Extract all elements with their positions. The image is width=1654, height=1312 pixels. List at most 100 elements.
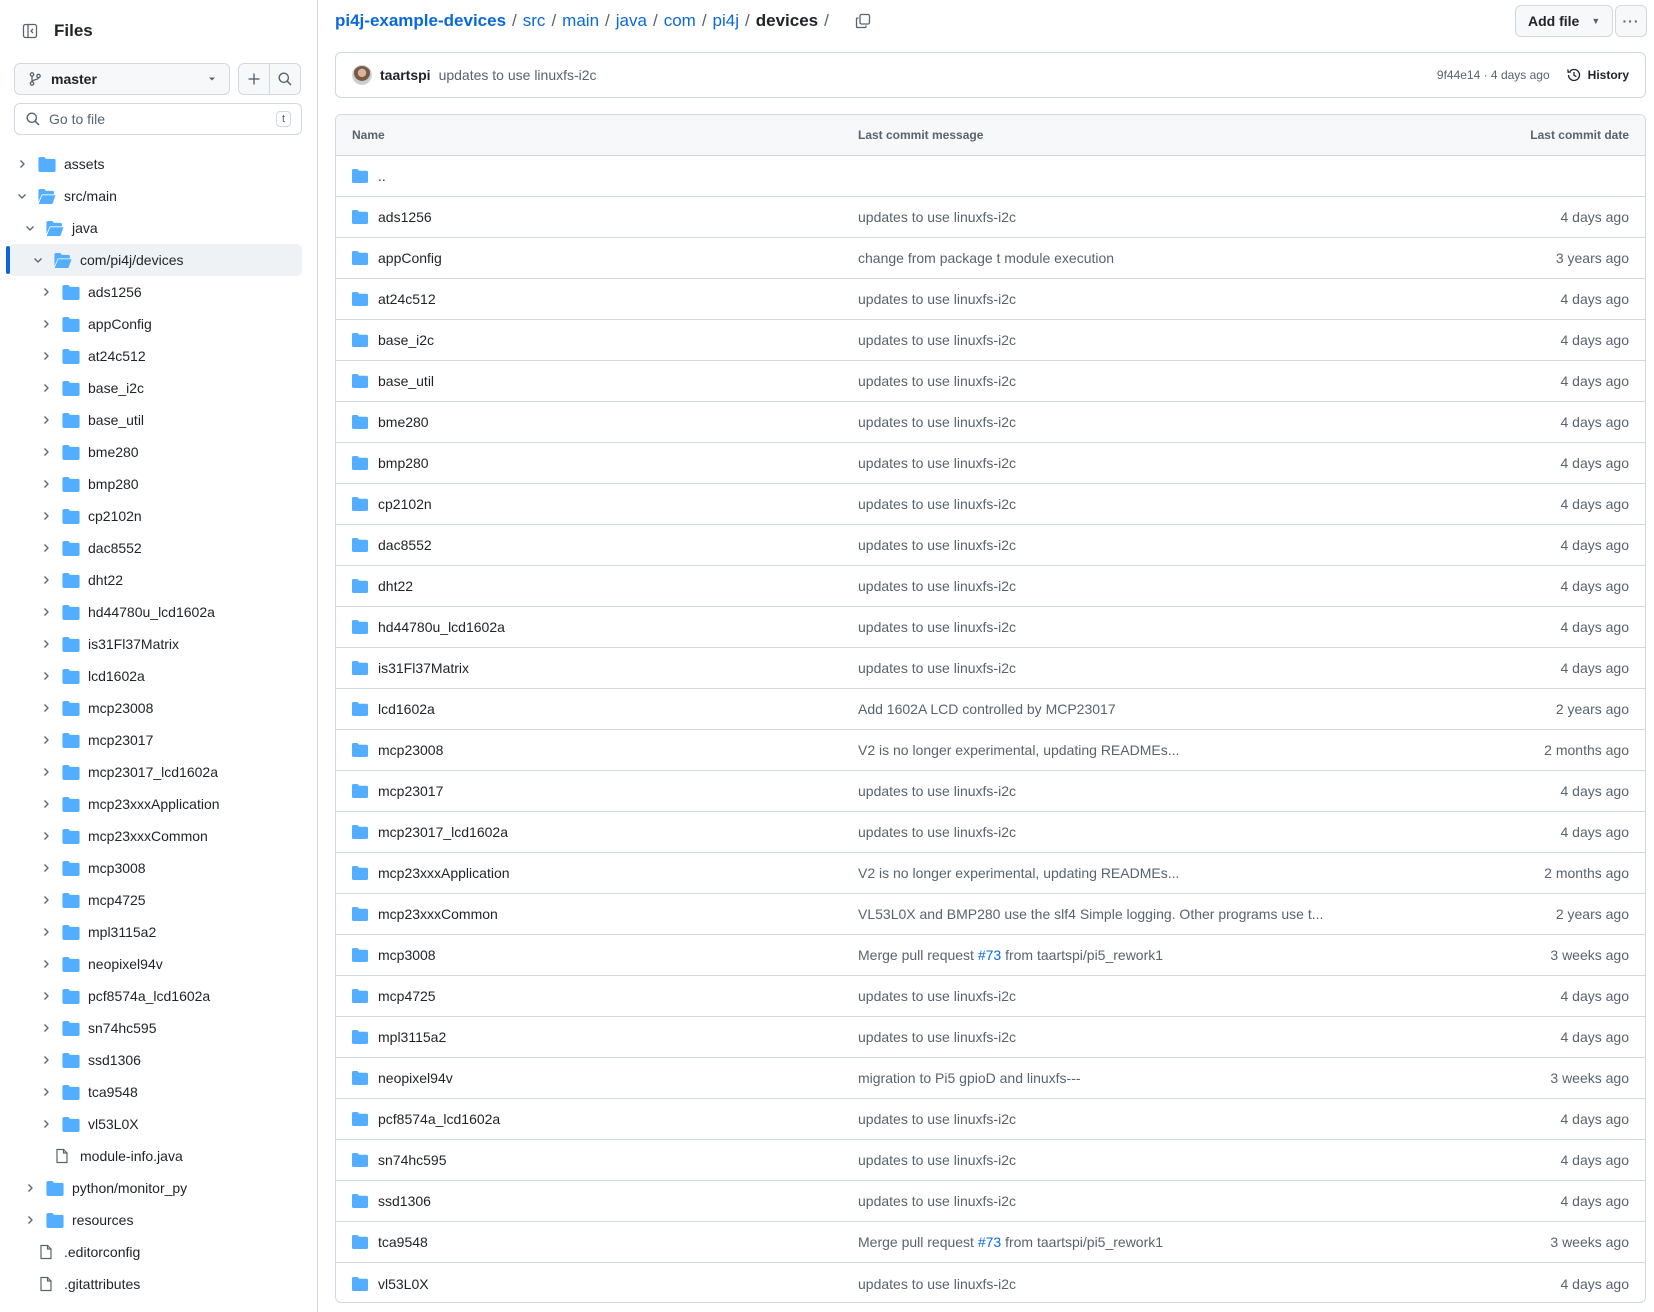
table-row[interactable]: bmp280 updates to use linuxfs-i2c 4 days a…: [336, 443, 1645, 484]
row-folder-link[interactable]: appConfig: [378, 250, 442, 266]
tree-item[interactable]: java: [8, 212, 302, 244]
breadcrumb-link[interactable]: pi4j: [713, 11, 739, 31]
chevron-right-icon[interactable]: [38, 924, 54, 940]
row-folder-link[interactable]: mcp23xxxCommon: [378, 906, 498, 922]
tree-item[interactable]: assets: [8, 148, 302, 180]
commit-message[interactable]: updates to use linuxfs-i2c: [439, 67, 597, 83]
go-to-file-field[interactable]: t: [14, 103, 302, 135]
table-row[interactable]: mcp23xxxCommon VL53L0X and BMP280 use the…: [336, 894, 1645, 935]
tree-item[interactable]: mcp4725: [8, 884, 302, 916]
row-folder-link[interactable]: mcp4725: [378, 988, 436, 1004]
tree-item[interactable]: mcp23008: [8, 692, 302, 724]
chevron-right-icon[interactable]: [38, 700, 54, 716]
row-folder-link[interactable]: base_i2c: [378, 332, 434, 348]
tree-item[interactable]: ssd1306: [8, 1044, 302, 1076]
chevron-right-icon[interactable]: [38, 796, 54, 812]
tree-item[interactable]: mcp23xxxCommon: [8, 820, 302, 852]
row-folder-link[interactable]: pcf8574a_lcd1602a: [378, 1111, 500, 1127]
more-options-button[interactable]: ···: [1615, 5, 1647, 37]
row-folder-link[interactable]: sn74hc595: [378, 1152, 447, 1168]
chevron-right-icon[interactable]: [22, 1212, 38, 1228]
chevron-down-icon[interactable]: [30, 252, 46, 268]
row-commit-message[interactable]: updates to use linuxfs-i2c: [858, 1029, 1418, 1045]
row-commit-message[interactable]: updates to use linuxfs-i2c: [858, 496, 1418, 512]
tree-item[interactable]: com/pi4j/devices: [6, 244, 302, 276]
row-commit-message[interactable]: updates to use linuxfs-i2c: [858, 332, 1418, 348]
table-row[interactable]: mpl3115a2 updates to use linuxfs-i2c 4 day…: [336, 1017, 1645, 1058]
table-row[interactable]: dht22 updates to use linuxfs-i2c 4 days ag…: [336, 566, 1645, 607]
parent-directory-row[interactable]: ..: [336, 156, 1645, 197]
row-commit-message[interactable]: updates to use linuxfs-i2c: [858, 537, 1418, 553]
row-commit-message[interactable]: updates to use linuxfs-i2c: [858, 1111, 1418, 1127]
pull-request-link[interactable]: #73: [978, 947, 1001, 963]
chevron-right-icon[interactable]: [38, 444, 54, 460]
row-commit-message[interactable]: updates to use linuxfs-i2c: [858, 291, 1418, 307]
tree-item[interactable]: lcd1602a: [8, 660, 302, 692]
row-folder-link[interactable]: mcp3008: [378, 947, 436, 963]
breadcrumb-link[interactable]: java: [616, 11, 647, 31]
table-row[interactable]: mcp4725 updates to use linuxfs-i2c 4 days …: [336, 976, 1645, 1017]
search-code-button[interactable]: [269, 63, 301, 95]
row-folder-link[interactable]: dht22: [378, 578, 413, 594]
tree-item[interactable]: cp2102n: [8, 500, 302, 532]
row-folder-link[interactable]: lcd1602a: [378, 701, 435, 717]
row-folder-link[interactable]: neopixel94v: [378, 1070, 453, 1086]
pull-request-link[interactable]: #73: [978, 1234, 1001, 1250]
row-commit-message[interactable]: updates to use linuxfs-i2c: [858, 414, 1418, 430]
row-commit-message[interactable]: updates to use linuxfs-i2c: [858, 455, 1418, 471]
branch-selector[interactable]: master: [14, 63, 230, 95]
table-row[interactable]: dac8552 updates to use linuxfs-i2c 4 days …: [336, 525, 1645, 566]
tree-item[interactable]: mcp23xxxApplication: [8, 788, 302, 820]
breadcrumb-repo-link[interactable]: pi4j-example-devices: [335, 11, 506, 31]
parent-directory-link[interactable]: ..: [378, 168, 386, 184]
tree-item[interactable]: base_util: [8, 404, 302, 436]
chevron-right-icon[interactable]: [38, 508, 54, 524]
breadcrumb-link[interactable]: com: [664, 11, 696, 31]
row-folder-link[interactable]: at24c512: [378, 291, 436, 307]
tree-item[interactable]: tca9548: [8, 1076, 302, 1108]
chevron-right-icon[interactable]: [38, 636, 54, 652]
row-commit-message[interactable]: VL53L0X and BMP280 use the slf4 Simple l…: [858, 906, 1418, 922]
chevron-right-icon[interactable]: [38, 988, 54, 1004]
chevron-right-icon[interactable]: [38, 284, 54, 300]
tree-item[interactable]: .gitattributes: [8, 1268, 302, 1300]
chevron-right-icon[interactable]: [38, 732, 54, 748]
chevron-right-icon[interactable]: [22, 1180, 38, 1196]
chevron-right-icon[interactable]: [38, 860, 54, 876]
copy-path-button[interactable]: [849, 7, 877, 35]
tree-item[interactable]: dht22: [8, 564, 302, 596]
tree-item[interactable]: sn74hc595: [8, 1012, 302, 1044]
table-row[interactable]: base_util updates to use linuxfs-i2c 4 day…: [336, 361, 1645, 402]
chevron-right-icon[interactable]: [38, 412, 54, 428]
table-row[interactable]: tca9548 Merge pull request #73 from taart…: [336, 1222, 1645, 1263]
row-commit-message[interactable]: updates to use linuxfs-i2c: [858, 619, 1418, 635]
chevron-right-icon[interactable]: [38, 348, 54, 364]
table-row[interactable]: at24c512 updates to use linuxfs-i2c 4 days…: [336, 279, 1645, 320]
commit-sha-time[interactable]: 9f44e14 · 4 days ago: [1437, 68, 1550, 82]
table-row[interactable]: mcp3008 Merge pull request #73 from taart…: [336, 935, 1645, 976]
table-row[interactable]: is31Fl37Matrix updates to use linuxfs-i2c…: [336, 648, 1645, 689]
row-commit-message[interactable]: updates to use linuxfs-i2c: [858, 824, 1418, 840]
tree-item[interactable]: appConfig: [8, 308, 302, 340]
row-commit-message[interactable]: migration to Pi5 gpioD and linuxfs---: [858, 1070, 1418, 1086]
table-row[interactable]: vl53L0X updates to use linuxfs-i2c 4 days …: [336, 1263, 1645, 1302]
table-row[interactable]: mcp23008 V2 is no longer experimental, up…: [336, 730, 1645, 771]
tree-item[interactable]: dac8552: [8, 532, 302, 564]
tree-item[interactable]: base_i2c: [8, 372, 302, 404]
tree-item[interactable]: is31Fl37Matrix: [8, 628, 302, 660]
tree-item[interactable]: mcp23017: [8, 724, 302, 756]
table-row[interactable]: lcd1602a Add 1602A LCD controlled by MCP2…: [336, 689, 1645, 730]
tree-item[interactable]: hd44780u_lcd1602a: [8, 596, 302, 628]
table-row[interactable]: hd44780u_lcd1602a updates to use linuxfs-…: [336, 607, 1645, 648]
breadcrumb-link[interactable]: src: [523, 11, 546, 31]
row-folder-link[interactable]: is31Fl37Matrix: [378, 660, 469, 676]
chevron-right-icon[interactable]: [38, 540, 54, 556]
row-commit-message[interactable]: updates to use linuxfs-i2c: [858, 660, 1418, 676]
chevron-right-icon[interactable]: [38, 956, 54, 972]
row-commit-message[interactable]: Add 1602A LCD controlled by MCP23017: [858, 701, 1418, 717]
go-to-file-input[interactable]: [49, 111, 276, 127]
chevron-right-icon[interactable]: [38, 604, 54, 620]
table-row[interactable]: cp2102n updates to use linuxfs-i2c 4 days …: [336, 484, 1645, 525]
row-commit-message[interactable]: updates to use linuxfs-i2c: [858, 783, 1418, 799]
row-folder-link[interactable]: mcp23017: [378, 783, 443, 799]
